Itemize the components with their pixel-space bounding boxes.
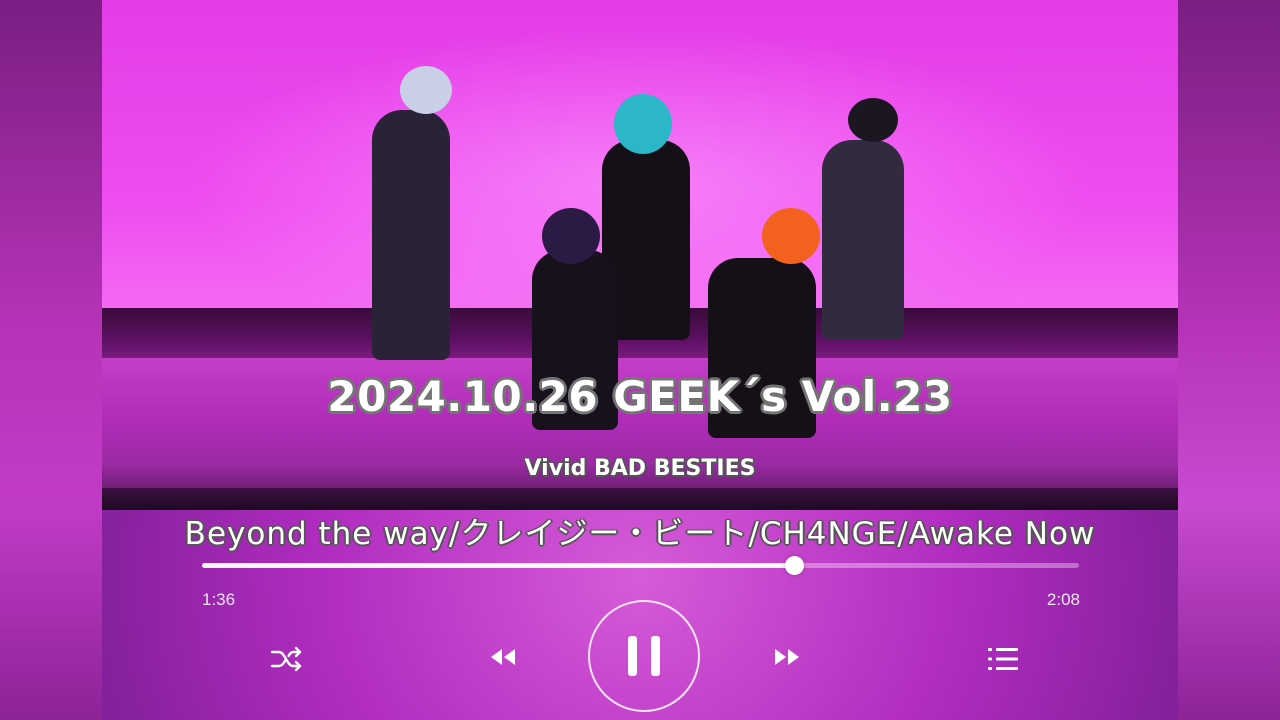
progress-thumb[interactable] <box>784 556 804 575</box>
queue-button[interactable] <box>984 640 1022 678</box>
current-time: 1:36 <box>202 590 236 609</box>
queue-icon <box>988 648 1018 670</box>
dancer-3-hair <box>542 208 600 264</box>
next-button[interactable] <box>768 638 806 676</box>
progress-bar[interactable] <box>202 556 1079 575</box>
previous-icon <box>491 649 515 665</box>
previous-button[interactable] <box>484 638 522 676</box>
group-name: Vivid BAD BESTIES <box>524 456 756 481</box>
dancer-2-hair <box>614 94 672 154</box>
blurred-left-panel <box>0 0 102 720</box>
dancer-5 <box>822 140 904 340</box>
dancer-5-hair <box>848 98 898 142</box>
dancer-1-hair <box>400 66 452 114</box>
pause-icon <box>628 636 660 676</box>
shuffle-button[interactable] <box>268 640 306 678</box>
shuffle-icon <box>270 646 302 672</box>
total-time: 2:08 <box>1046 590 1080 609</box>
dancer-4-hair <box>762 208 820 264</box>
event-title: 2024.10.26 GEEK´s Vol.23 <box>327 372 953 421</box>
dancer-1 <box>372 110 450 360</box>
stage-edge <box>102 488 1178 510</box>
stage-photo <box>102 0 1178 510</box>
next-icon <box>775 649 799 665</box>
progress-fill <box>202 563 794 568</box>
pause-button[interactable] <box>588 600 700 712</box>
blurred-right-panel <box>1178 0 1280 720</box>
track-list: Beyond the way/クレイジー・ビート/CH4NGE/Awake No… <box>184 516 1096 552</box>
